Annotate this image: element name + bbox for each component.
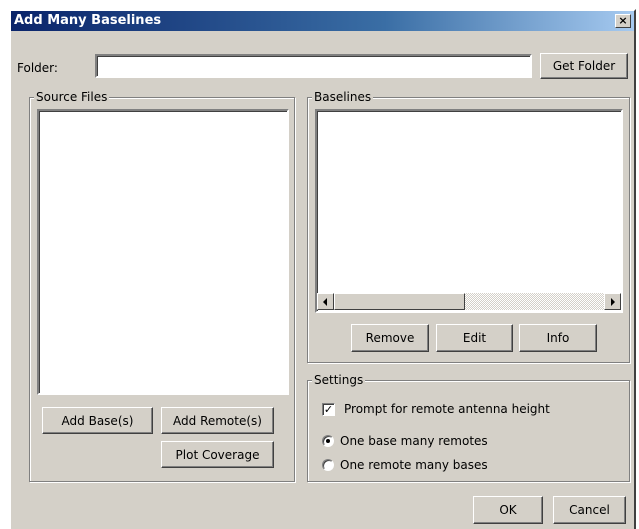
add-many-baselines-dialog: Add Many Baselines × Folder: Get Folder … [9,9,636,529]
prompt-antenna-height-label: Prompt for remote antenna height [344,402,550,416]
baselines-group-title: Baselines [312,90,374,104]
get-folder-button[interactable]: Get Folder [540,53,628,79]
arrow-right-icon [611,298,615,306]
prompt-antenna-height-checkbox[interactable]: ✓ [322,403,335,416]
close-icon: × [618,14,628,27]
one-remote-many-bases-radio[interactable] [322,459,334,471]
close-button[interactable]: × [615,14,631,28]
scrollbar-thumb[interactable] [334,293,465,310]
arrow-left-icon [323,298,327,306]
baselines-horizontal-scrollbar[interactable] [317,293,621,310]
info-button[interactable]: Info [519,324,597,352]
folder-label: Folder: [17,61,58,75]
add-base-button[interactable]: Add Base(s) [42,407,153,434]
window-title: Add Many Baselines [14,13,162,28]
cancel-button[interactable]: Cancel [553,496,626,524]
one-base-many-remotes-radio[interactable] [322,435,334,447]
one-remote-many-bases-label: One remote many bases [340,458,488,472]
one-base-many-remotes-label: One base many remotes [340,434,488,448]
radio-selected-dot [326,439,330,443]
settings-group-title: Settings [312,373,366,387]
source-files-group-title: Source Files [34,90,110,104]
scroll-right-button[interactable] [604,293,621,310]
folder-input[interactable] [95,54,532,78]
add-remote-button[interactable]: Add Remote(s) [161,407,274,434]
checkmark-icon: ✓ [323,403,334,416]
plot-coverage-button[interactable]: Plot Coverage [161,441,274,468]
title-bar[interactable]: Add Many Baselines × [11,11,634,31]
scroll-left-button[interactable] [317,293,334,310]
source-files-list[interactable] [37,109,289,395]
edit-button[interactable]: Edit [436,324,513,352]
ok-button[interactable]: OK [473,496,543,524]
baselines-list[interactable] [315,109,623,313]
remove-button[interactable]: Remove [351,324,429,352]
